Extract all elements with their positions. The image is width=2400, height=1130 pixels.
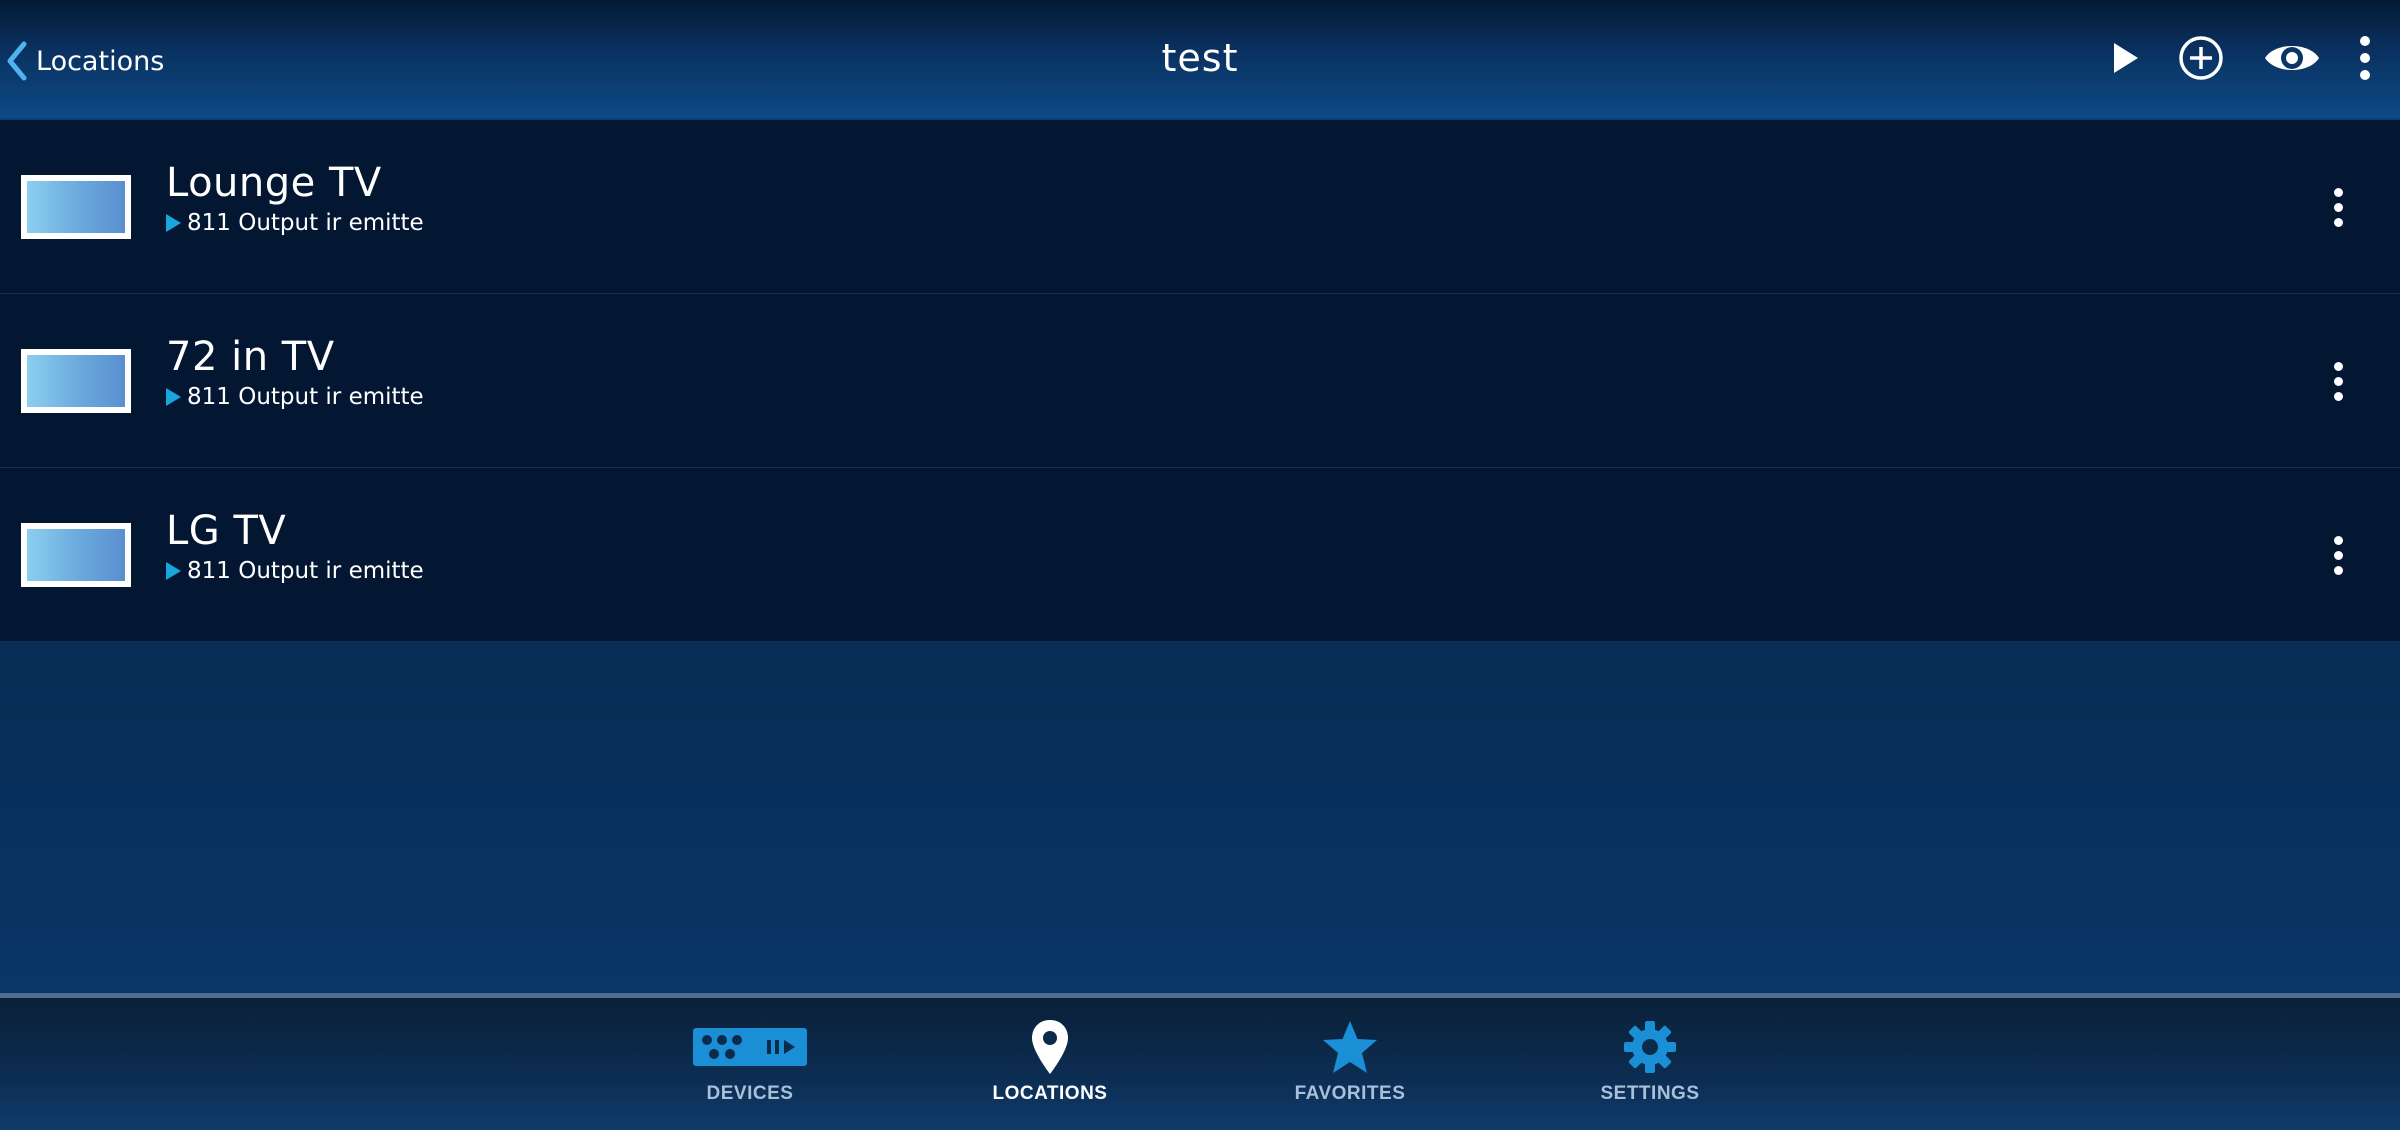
device-output-label: 811 Output ir emitte	[187, 558, 424, 584]
nav-label: LOCATIONS	[992, 1083, 1108, 1104]
eye-icon	[2263, 40, 2321, 80]
device-output: 811 Output ir emitte	[166, 210, 424, 236]
back-label: Locations	[36, 45, 165, 77]
back-button[interactable]: Locations	[6, 34, 164, 88]
device-name: Lounge TV	[166, 160, 382, 206]
play-icon	[166, 388, 181, 406]
device-row[interactable]: 72 in TV 811 Output ir emitte	[0, 294, 2400, 468]
play-button[interactable]	[2108, 30, 2144, 90]
device-menu-button[interactable]	[2316, 525, 2360, 585]
add-button[interactable]	[2176, 30, 2226, 90]
play-icon	[2112, 41, 2140, 79]
more-vertical-icon	[2359, 35, 2371, 85]
devices-icon	[693, 1012, 807, 1082]
device-menu-button[interactable]	[2316, 351, 2360, 411]
page-title: test	[1161, 36, 1239, 80]
add-circle-icon	[2178, 35, 2224, 85]
device-menu-button[interactable]	[2316, 177, 2360, 237]
device-row[interactable]: LG TV 811 Output ir emitte	[0, 468, 2400, 642]
more-dot	[2333, 550, 2343, 560]
device-name: 72 in TV	[166, 334, 335, 380]
device-output: 811 Output ir emitte	[166, 384, 424, 410]
nav-label: SETTINGS	[1600, 1083, 1700, 1104]
nav-label: FAVORITES	[1294, 1083, 1406, 1104]
nav-label: DEVICES	[706, 1083, 794, 1104]
header-bar: Locations test	[0, 0, 2400, 120]
more-vertical-icon	[2333, 535, 2343, 545]
more-dot	[2333, 217, 2343, 227]
device-output-label: 811 Output ir emitte	[187, 384, 424, 410]
tv-icon	[21, 175, 131, 239]
nav-settings[interactable]: SETTINGS	[1550, 1012, 1750, 1122]
device-row[interactable]: Lounge TV 811 Output ir emitte	[0, 120, 2400, 294]
device-list: Lounge TV 811 Output ir emitte 72 in TV …	[0, 120, 2400, 642]
nav-favorites[interactable]: FAVORITES	[1250, 1012, 1450, 1122]
more-vertical-icon	[2333, 187, 2343, 197]
view-button[interactable]	[2262, 30, 2322, 90]
nav-locations[interactable]: LOCATIONS	[950, 1012, 1150, 1122]
device-name: LG TV	[166, 508, 287, 554]
header-menu-button[interactable]	[2350, 30, 2380, 90]
more-dot	[2333, 565, 2343, 575]
more-dot	[2333, 202, 2343, 212]
more-dot	[2333, 391, 2343, 401]
play-icon	[166, 562, 181, 580]
play-icon	[166, 214, 181, 232]
tv-icon	[21, 349, 131, 413]
chevron-left-icon	[6, 41, 28, 81]
more-dot	[2333, 376, 2343, 386]
location-pin-icon	[1030, 1012, 1070, 1082]
tv-icon	[21, 523, 131, 587]
device-output: 811 Output ir emitte	[166, 558, 424, 584]
gear-icon	[1622, 1012, 1678, 1082]
bottom-nav: DEVICES LOCATIONS FAVORITES SETTINGS	[0, 993, 2400, 1130]
device-output-label: 811 Output ir emitte	[187, 210, 424, 236]
more-vertical-icon	[2333, 361, 2343, 371]
star-icon	[1320, 1012, 1380, 1082]
nav-devices[interactable]: DEVICES	[650, 1012, 850, 1122]
